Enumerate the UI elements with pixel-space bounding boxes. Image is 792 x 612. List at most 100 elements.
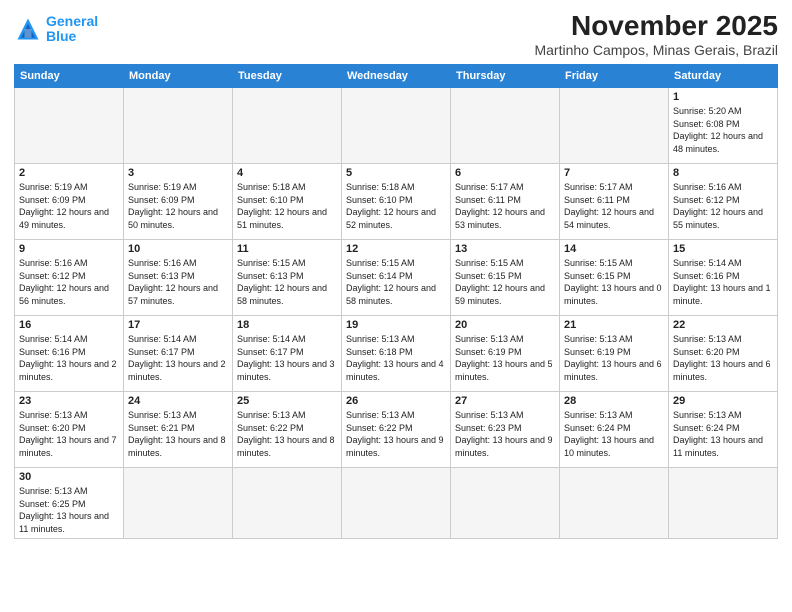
col-header-sunday: Sunday [15,65,124,88]
day-cell [669,468,778,539]
day-cell: 16 Sunrise: 5:14 AM Sunset: 6:16 PM Dayli… [15,316,124,392]
day-cell [560,88,669,164]
day-cell: 21Sunrise: 5:13 AM Sunset: 6:19 PM Dayli… [560,316,669,392]
col-header-thursday: Thursday [451,65,560,88]
day-info: Sunrise: 5:14 AM Sunset: 6:16 PM Dayligh… [673,257,773,307]
day-number: 17 [128,319,228,331]
day-info: Sunrise: 5:13 AM Sunset: 6:18 PM Dayligh… [346,333,446,383]
day-cell: 19 Sunrise: 5:13 AM Sunset: 6:18 PM Dayli… [342,316,451,392]
day-number: 18 [237,319,337,331]
day-info: Sunrise: 5:13 AM Sunset: 6:23 PM Dayligh… [455,409,555,459]
day-cell [560,468,669,539]
day-cell: 29 Sunrise: 5:13 AM Sunset: 6:24 PM Dayli… [669,392,778,468]
day-info: Sunrise: 5:19 AM Sunset: 6:09 PM Dayligh… [128,181,228,231]
day-number: 5 [346,167,446,179]
day-info: Sunrise: 5:14 AM Sunset: 6:16 PM Dayligh… [19,333,119,383]
day-number: 4 [237,167,337,179]
day-number: 2 [19,167,119,179]
day-cell: 23Sunrise: 5:13 AM Sunset: 6:20 PM Dayli… [15,392,124,468]
day-number: 3 [128,167,228,179]
day-info: Sunrise: 5:17 AM Sunset: 6:11 PM Dayligh… [564,181,664,231]
day-number: 9 [19,243,119,255]
week-row-2: 2 Sunrise: 5:19 AM Sunset: 6:09 PM Daylig… [15,164,778,240]
col-header-wednesday: Wednesday [342,65,451,88]
day-number: 30 [19,471,119,483]
day-info: Sunrise: 5:13 AM Sunset: 6:22 PM Dayligh… [346,409,446,459]
day-number: 28 [564,395,664,407]
day-info: Sunrise: 5:20 AM Sunset: 6:08 PM Dayligh… [673,105,773,155]
day-cell: 3 Sunrise: 5:19 AM Sunset: 6:09 PM Daylig… [124,164,233,240]
day-number: 29 [673,395,773,407]
logo-text: General Blue [46,14,98,45]
day-cell: 17 Sunrise: 5:14 AM Sunset: 6:17 PM Dayli… [124,316,233,392]
day-info: Sunrise: 5:14 AM Sunset: 6:17 PM Dayligh… [128,333,228,383]
day-info: Sunrise: 5:13 AM Sunset: 6:21 PM Dayligh… [128,409,228,459]
day-number: 25 [237,395,337,407]
month-title: November 2025 [534,10,778,42]
week-row-3: 9Sunrise: 5:16 AM Sunset: 6:12 PM Daylig… [15,240,778,316]
day-info: Sunrise: 5:15 AM Sunset: 6:15 PM Dayligh… [455,257,555,307]
day-cell: 20Sunrise: 5:13 AM Sunset: 6:19 PM Dayli… [451,316,560,392]
day-number: 23 [19,395,119,407]
day-number: 21 [564,319,664,331]
day-number: 13 [455,243,555,255]
day-cell: 27Sunrise: 5:13 AM Sunset: 6:23 PM Dayli… [451,392,560,468]
day-info: Sunrise: 5:15 AM Sunset: 6:13 PM Dayligh… [237,257,337,307]
page: General Blue November 2025 Martinho Camp… [0,0,792,612]
logo-blue: Blue [46,28,76,44]
logo-general: General [46,13,98,29]
day-info: Sunrise: 5:13 AM Sunset: 6:24 PM Dayligh… [673,409,773,459]
day-cell [233,88,342,164]
day-number: 6 [455,167,555,179]
day-info: Sunrise: 5:13 AM Sunset: 6:22 PM Dayligh… [237,409,337,459]
day-cell: 6 Sunrise: 5:17 AM Sunset: 6:11 PM Daylig… [451,164,560,240]
day-cell [233,468,342,539]
day-cell: 14 Sunrise: 5:15 AM Sunset: 6:15 PM Dayli… [560,240,669,316]
day-cell: 15 Sunrise: 5:14 AM Sunset: 6:16 PM Dayli… [669,240,778,316]
day-cell [124,88,233,164]
day-number: 12 [346,243,446,255]
day-info: Sunrise: 5:13 AM Sunset: 6:24 PM Dayligh… [564,409,664,459]
day-info: Sunrise: 5:15 AM Sunset: 6:14 PM Dayligh… [346,257,446,307]
day-cell: 26 Sunrise: 5:13 AM Sunset: 6:22 PM Dayli… [342,392,451,468]
day-info: Sunrise: 5:18 AM Sunset: 6:10 PM Dayligh… [237,181,337,231]
week-row-4: 16 Sunrise: 5:14 AM Sunset: 6:16 PM Dayli… [15,316,778,392]
day-number: 19 [346,319,446,331]
day-number: 26 [346,395,446,407]
week-row-5: 23Sunrise: 5:13 AM Sunset: 6:20 PM Dayli… [15,392,778,468]
day-cell: 12 Sunrise: 5:15 AM Sunset: 6:14 PM Dayli… [342,240,451,316]
day-cell [342,468,451,539]
day-number: 14 [564,243,664,255]
day-info: Sunrise: 5:16 AM Sunset: 6:13 PM Dayligh… [128,257,228,307]
day-cell [124,468,233,539]
logo-area: General Blue [14,10,98,45]
day-cell: 2 Sunrise: 5:19 AM Sunset: 6:09 PM Daylig… [15,164,124,240]
day-info: Sunrise: 5:17 AM Sunset: 6:11 PM Dayligh… [455,181,555,231]
day-cell [15,88,124,164]
calendar-table: SundayMondayTuesdayWednesdayThursdayFrid… [14,64,778,539]
day-info: Sunrise: 5:18 AM Sunset: 6:10 PM Dayligh… [346,181,446,231]
day-number: 1 [673,91,773,103]
day-number: 11 [237,243,337,255]
day-cell [451,468,560,539]
day-cell [342,88,451,164]
day-info: Sunrise: 5:14 AM Sunset: 6:17 PM Dayligh… [237,333,337,383]
day-cell: 1 Sunrise: 5:20 AM Sunset: 6:08 PM Daylig… [669,88,778,164]
day-info: Sunrise: 5:15 AM Sunset: 6:15 PM Dayligh… [564,257,664,307]
day-cell: 9Sunrise: 5:16 AM Sunset: 6:12 PM Daylig… [15,240,124,316]
day-number: 15 [673,243,773,255]
day-cell: 24Sunrise: 5:13 AM Sunset: 6:21 PM Dayli… [124,392,233,468]
header-row: SundayMondayTuesdayWednesdayThursdayFrid… [15,65,778,88]
title-area: November 2025 Martinho Campos, Minas Ger… [534,10,778,58]
week-row-6: 30Sunrise: 5:13 AM Sunset: 6:25 PM Dayli… [15,468,778,539]
day-number: 16 [19,319,119,331]
week-row-1: 1 Sunrise: 5:20 AM Sunset: 6:08 PM Daylig… [15,88,778,164]
day-cell: 5 Sunrise: 5:18 AM Sunset: 6:10 PM Daylig… [342,164,451,240]
header: General Blue November 2025 Martinho Camp… [14,10,778,58]
day-info: Sunrise: 5:19 AM Sunset: 6:09 PM Dayligh… [19,181,119,231]
day-cell [451,88,560,164]
col-header-monday: Monday [124,65,233,88]
col-header-friday: Friday [560,65,669,88]
day-number: 8 [673,167,773,179]
day-cell: 8Sunrise: 5:16 AM Sunset: 6:12 PM Daylig… [669,164,778,240]
